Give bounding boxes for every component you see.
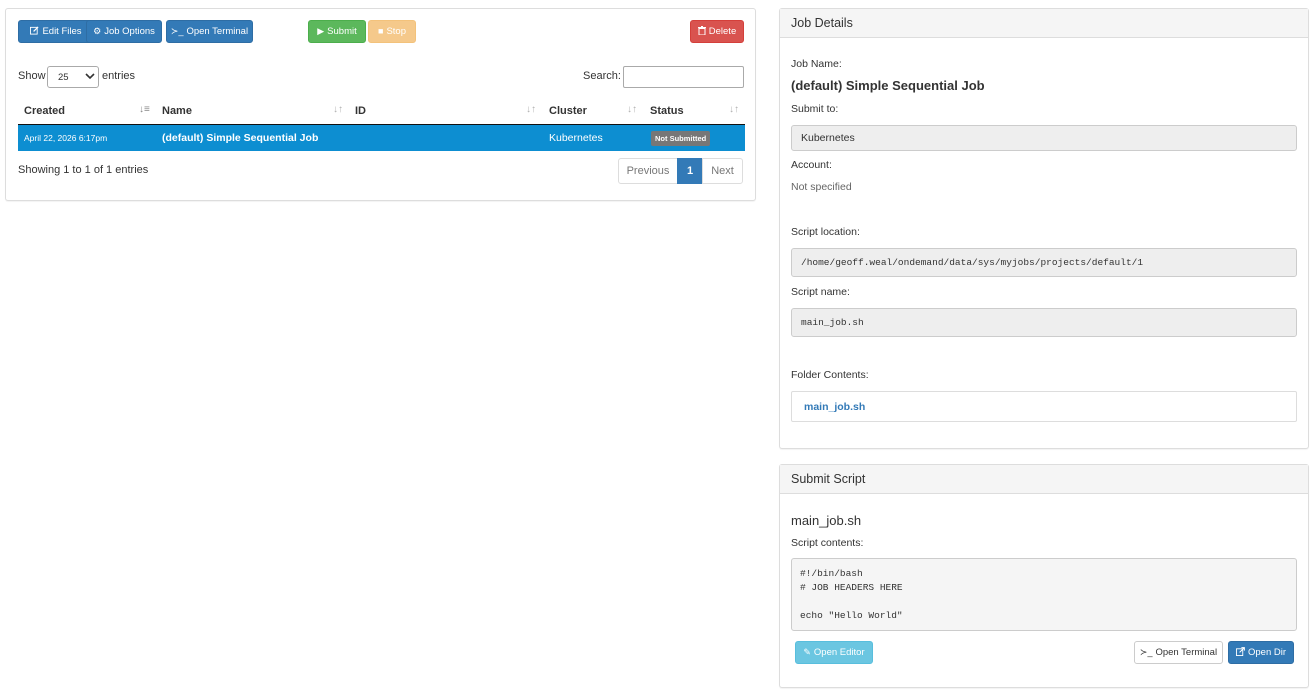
script-location-label: Script location: — [791, 226, 860, 238]
script-contents-label: Script contents: — [791, 537, 864, 549]
script-name-field: main_job.sh — [791, 308, 1297, 337]
submit-script-heading: Submit Script — [780, 465, 1308, 494]
edit-files-button[interactable]: Edit Files — [18, 20, 94, 43]
script-location-field: /home/geoff.weal/ondemand/data/sys/myjob… — [791, 248, 1297, 277]
column-header-cluster[interactable]: Cluster — [549, 98, 639, 124]
cell-created: April 22, 2026 6:17pm — [24, 133, 108, 143]
submit-label: Submit — [327, 26, 357, 37]
submit-to-label: Submit to: — [791, 103, 839, 115]
column-header-status[interactable]: Status — [650, 98, 740, 124]
account-label: Account: — [791, 159, 832, 171]
script-contents: #!/bin/bash # JOB HEADERS HERE echo "Hel… — [791, 558, 1297, 631]
trash-icon — [697, 26, 706, 37]
edit-files-label: Edit Files — [42, 26, 82, 37]
open-terminal-label: Open Terminal — [186, 26, 249, 37]
delete-button[interactable]: Delete — [690, 20, 744, 43]
job-options-label: Job Options — [104, 26, 155, 37]
delete-label: Delete — [708, 26, 737, 37]
play-icon: ▶ — [317, 26, 325, 36]
script-name-label: Script name: — [791, 286, 850, 298]
open-dir-button[interactable]: Open Dir — [1228, 641, 1294, 664]
pagination-next[interactable]: Next — [702, 158, 743, 184]
gear-icon: ⚙ — [93, 26, 102, 36]
terminal-icon: ≻_ — [170, 26, 184, 36]
job-options-button[interactable]: ⚙ Job Options — [86, 20, 162, 43]
folder-file-link[interactable]: main_job.sh — [804, 401, 865, 413]
entries-per-page-value: 25 — [58, 71, 69, 83]
pagination-previous[interactable]: Previous — [618, 158, 678, 184]
pagination-page-1[interactable]: 1 — [677, 158, 703, 184]
column-header-id[interactable]: ID — [355, 98, 535, 124]
entries-per-page-select[interactable]: 25 — [47, 66, 99, 88]
show-label: Show — [18, 70, 46, 82]
job-name-value: (default) Simple Sequential Job — [791, 78, 985, 93]
stop-label: Stop — [386, 26, 406, 37]
table-row[interactable]: April 22, 2026 6:17pm (default) Simple S… — [18, 125, 745, 151]
pencil-icon: ✎ — [803, 647, 811, 657]
status-badge: Not Submitted — [651, 130, 711, 146]
column-header-name[interactable]: Name — [162, 98, 342, 124]
sort-desc-icon: ↓≡ — [139, 104, 150, 115]
account-value: Not specified — [791, 181, 852, 193]
submit-script-panel: Submit Script main_job.sh Script content… — [779, 464, 1309, 688]
sort-icon: ↓↑ — [526, 104, 536, 115]
cell-name: (default) Simple Sequential Job — [162, 132, 319, 144]
script-file-name: main_job.sh — [791, 513, 862, 528]
sort-icon: ↓↑ — [333, 104, 343, 115]
open-editor-label: Open Editor — [813, 647, 865, 658]
chevron-down-icon — [85, 71, 95, 80]
pagination: Previous 1 Next — [618, 158, 743, 184]
cell-status: Not Submitted — [651, 125, 711, 151]
stop-button[interactable]: ■ Stop — [368, 20, 416, 43]
open-editor-button[interactable]: ✎ Open Editor — [795, 641, 873, 664]
sort-icon: ↓↑ — [627, 104, 637, 115]
search-label: Search: — [583, 70, 621, 82]
open-terminal-button[interactable]: ≻_ Open Terminal — [1134, 641, 1223, 664]
terminal-icon: ≻_ — [1139, 647, 1153, 657]
folder-contents-label: Folder Contents: — [791, 369, 869, 381]
column-header-created[interactable]: Created — [24, 98, 154, 124]
folder-contents-list: main_job.sh — [791, 391, 1297, 422]
job-details-heading: Job Details — [780, 9, 1308, 38]
search-input[interactable] — [623, 66, 744, 88]
cell-cluster: Kubernetes — [549, 132, 603, 144]
sort-icon: ↓↑ — [729, 104, 739, 115]
table-info: Showing 1 to 1 of 1 entries — [18, 164, 149, 176]
job-name-label: Job Name: — [791, 58, 842, 70]
submit-to-field: Kubernetes — [791, 125, 1297, 151]
job-details-panel: Job Details Job Name: (default) Simple S… — [779, 8, 1309, 449]
stop-icon: ■ — [378, 26, 384, 36]
open-dir-label: Open Dir — [1248, 647, 1287, 658]
external-link-icon — [1236, 647, 1245, 658]
open-terminal-button[interactable]: ≻_ Open Terminal — [166, 20, 253, 43]
open-terminal-label: Open Terminal — [1155, 647, 1218, 658]
pencil-square-icon — [30, 26, 39, 37]
table-header: Created ↓≡ Name ↓↑ ID ↓↑ Cluster ↓↑ Stat… — [18, 98, 745, 124]
submit-button[interactable]: ▶ Submit — [308, 20, 366, 43]
job-list-panel: Edit Files ⚙ Job Options ≻_ Open Termina… — [5, 8, 756, 201]
entries-label: entries — [102, 70, 136, 82]
